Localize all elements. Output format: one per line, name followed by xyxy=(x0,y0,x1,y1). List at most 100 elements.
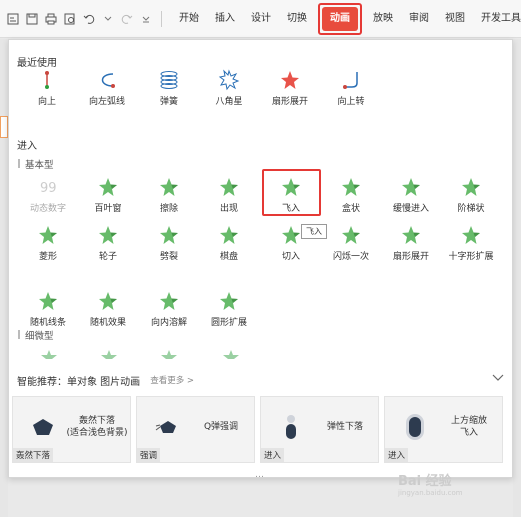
green-star-icon xyxy=(214,289,244,313)
green-star-icon xyxy=(214,223,244,247)
view-more-link[interactable]: 查看更多 > xyxy=(150,374,194,386)
motion-path-turn-icon xyxy=(336,68,366,92)
card-title: 上方缩放 xyxy=(450,416,487,426)
motion-path-arc-icon xyxy=(92,68,122,92)
effect-label: 阶梯状 xyxy=(457,204,485,214)
anim-recent-up-turn[interactable]: 向上转 xyxy=(321,68,381,112)
subtle-subsection-title: 细微型 xyxy=(25,331,54,342)
undo-icon[interactable] xyxy=(82,12,96,26)
new-file-icon[interactable] xyxy=(6,12,20,26)
green-star-icon xyxy=(396,175,426,199)
capsule-shape-icon xyxy=(271,411,311,443)
octagram-star-icon xyxy=(214,68,244,92)
green-star-icon xyxy=(214,175,244,199)
card-tag: 轰然下落 xyxy=(13,448,54,462)
red-star-icon xyxy=(275,68,305,92)
effect-label: 擦除 xyxy=(159,204,178,214)
effect-label: 随机线条 xyxy=(29,318,66,328)
anim-recent-up[interactable]: 向上 xyxy=(17,68,77,112)
anim-recent-spring[interactable]: 弹簧 xyxy=(139,68,199,112)
anim-effect-diamond[interactable]: 菱形 xyxy=(18,223,78,267)
green-star-icon xyxy=(336,223,366,247)
slide-thumbnail[interactable] xyxy=(0,116,8,138)
anim-effect-blinds[interactable]: 百叶窗 xyxy=(78,175,138,219)
customize-dropdown-icon[interactable] xyxy=(139,12,153,26)
anim-effect-stairs[interactable]: 阶梯状 xyxy=(441,175,501,219)
anim-effect-random-effect[interactable]: 随机效果 xyxy=(78,289,138,333)
effect-label: 随机效果 xyxy=(89,318,126,328)
effect-label: 切入 xyxy=(281,252,300,262)
toolbar-divider xyxy=(161,10,162,27)
tab-insert[interactable]: 插入 xyxy=(207,7,243,31)
tab-animation[interactable]: 动画 xyxy=(322,6,358,31)
redo-icon[interactable] xyxy=(120,12,134,26)
green-star-icon xyxy=(456,175,486,199)
subtle-effect-icon[interactable] xyxy=(99,350,119,363)
green-star-icon xyxy=(33,289,63,313)
highlight-box-fly-in xyxy=(262,169,321,216)
effect-label: 动态数字 xyxy=(29,204,66,214)
subtle-effect-icon[interactable] xyxy=(221,350,241,363)
tab-developer[interactable]: 开发工具 xyxy=(473,7,521,31)
svg-text:99: 99 xyxy=(40,181,57,196)
effect-label: 出现 xyxy=(219,204,238,214)
print-icon[interactable] xyxy=(44,12,58,26)
smart-recommend-label: 智能推荐：单对象 图片动画 xyxy=(17,376,141,388)
anim-effect-flash-once[interactable]: 闪烁一次 xyxy=(321,223,381,267)
anim-recent-arc-left[interactable]: 向左弧线 xyxy=(77,68,137,112)
green-star-icon xyxy=(93,175,123,199)
anim-effect-circle-expand[interactable]: 圆形扩展 xyxy=(199,289,259,333)
subtle-effect-icon[interactable] xyxy=(159,350,179,363)
tab-home[interactable]: 开始 xyxy=(171,7,207,31)
recommend-card-zoom-fly[interactable]: 上方缩放 飞入 进入 xyxy=(384,396,503,463)
basic-subsection-title: 基本型 xyxy=(25,160,54,171)
spring-icon xyxy=(154,68,184,92)
anim-effect-wipe[interactable]: 擦除 xyxy=(139,175,199,219)
tab-view[interactable]: 视图 xyxy=(437,7,473,31)
anim-effect-ease-in[interactable]: 缓慢进入 xyxy=(381,175,441,219)
anim-effect-cross-expand[interactable]: 十字形扩展 xyxy=(441,223,501,267)
ribbon: 开始 插入 设计 切换 动画 放映 审阅 视图 开发工具 会 xyxy=(0,0,521,38)
green-star-icon xyxy=(396,223,426,247)
effect-label: 闪烁一次 xyxy=(332,252,369,262)
recommend-card-elastic-drop[interactable]: 弹性下落 进入 xyxy=(260,396,379,463)
undo-dropdown-icon[interactable] xyxy=(101,12,115,26)
anim-effect-checkerboard[interactable]: 棋盘 xyxy=(199,223,259,267)
tab-review[interactable]: 审阅 xyxy=(401,7,437,31)
green-star-icon xyxy=(93,223,123,247)
anim-effect-dissolve-in[interactable]: 向内溶解 xyxy=(139,289,199,333)
tab-design[interactable]: 设计 xyxy=(243,7,279,31)
save-icon[interactable] xyxy=(25,12,39,26)
anim-effect-wheel[interactable]: 轮子 xyxy=(78,223,138,267)
effect-label: 劈裂 xyxy=(159,252,178,262)
print-preview-icon[interactable] xyxy=(63,12,77,26)
anim-effect-dynamic-number[interactable]: 99 动态数字 xyxy=(18,175,78,219)
effect-label: 百叶窗 xyxy=(94,204,122,214)
green-star-icon xyxy=(154,289,184,313)
subtle-effect-icon[interactable] xyxy=(39,350,59,363)
resize-grip[interactable]: … xyxy=(255,470,265,480)
watermark-logo: Bai 经验 jingyan.baidu.com xyxy=(398,474,463,497)
recommend-card-bounce[interactable]: Q弹强调 强调 xyxy=(136,396,255,463)
anim-effect-split[interactable]: 劈裂 xyxy=(139,223,199,267)
tab-transition[interactable]: 切换 xyxy=(279,7,315,31)
smart-recommend-bar: 智能推荐：单对象 图片动画 查看更多 > xyxy=(9,370,512,390)
tab-slideshow[interactable]: 放映 xyxy=(365,7,401,31)
anim-recent-octagram[interactable]: 八角星 xyxy=(199,68,259,112)
green-star-icon xyxy=(154,223,184,247)
anim-recent-fan-out[interactable]: 扇形展开 xyxy=(260,68,320,112)
chevron-down-icon[interactable] xyxy=(492,373,504,386)
anim-effect-appear[interactable]: 出现 xyxy=(199,175,259,219)
anim-effect-random-lines[interactable]: 随机线条 xyxy=(18,289,78,333)
tooltip: 飞入 xyxy=(301,224,327,239)
card-tag: 强调 xyxy=(137,448,161,462)
effect-label: 向内溶解 xyxy=(150,318,187,328)
effect-label: 圆形扩展 xyxy=(210,318,247,328)
anim-effect-box[interactable]: 盒状 xyxy=(321,175,381,219)
card-title: 轰然下落 xyxy=(78,416,115,426)
recommend-card-drop[interactable]: 轰然下落 (适合浅色背景) 轰然下落 xyxy=(12,396,131,463)
effect-label: 盒状 xyxy=(341,204,360,214)
anim-effect-fan-out[interactable]: 扇形展开 xyxy=(381,223,441,267)
pentagon-shape-icon xyxy=(23,411,63,443)
animation-gallery-panel: 最近使用 向上 向左弧线 弹簧 八角星 扇形展开 向上转 进入 基本型 99 动态… xyxy=(8,39,513,480)
